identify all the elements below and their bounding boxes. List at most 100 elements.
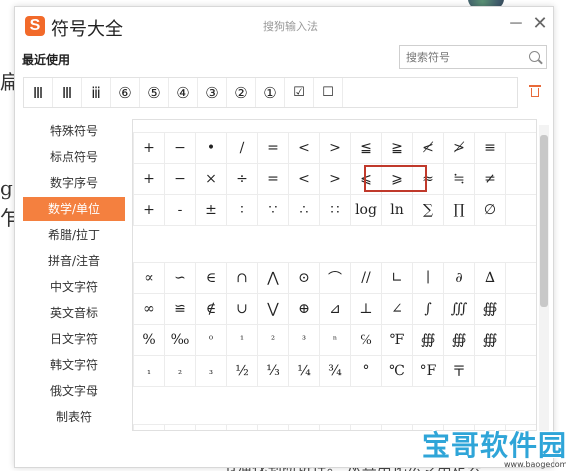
sidebar-item-chinese[interactable]: 中文字符	[23, 275, 125, 299]
symbol-cell[interactable]: 〒	[444, 356, 475, 387]
symbol-cell[interactable]: ∷	[320, 195, 351, 226]
symbol-cell[interactable]: ‰	[165, 325, 196, 356]
symbol-cell[interactable]: ∭	[444, 294, 475, 325]
symbol-cell[interactable]: °F	[413, 356, 444, 387]
symbol-cell[interactable]: ∣	[413, 263, 444, 294]
symbol-cell[interactable]: >	[320, 133, 351, 164]
symbol-cell[interactable]: =	[258, 133, 289, 164]
recent-symbol[interactable]: Ⅲ	[24, 78, 53, 107]
symbol-cell[interactable]: //	[351, 263, 382, 294]
title-bar[interactable]: S 符号大全 搜狗输入法 － ✕	[15, 7, 553, 43]
recent-symbol[interactable]: ②	[227, 78, 256, 107]
sidebar-item-greek-latin[interactable]: 希腊/拉丁	[23, 223, 125, 247]
symbol-cell[interactable]: ∴	[289, 195, 320, 226]
symbol-cell[interactable]: ℅	[351, 325, 382, 356]
sidebar-item-box-drawing[interactable]: 制表符	[23, 405, 125, 429]
recent-symbol[interactable]: ☐	[314, 78, 343, 107]
symbol-cell[interactable]: ∈	[196, 263, 227, 294]
symbol-cell[interactable]: ∵	[258, 195, 289, 226]
symbol-cell[interactable]: >	[320, 164, 351, 195]
symbol-cell[interactable]: ⊿	[320, 294, 351, 325]
sidebar-item-numbers[interactable]: 数字序号	[23, 171, 125, 195]
symbol-cell[interactable]: ¾	[320, 356, 351, 387]
symbol-cell[interactable]: −	[165, 164, 196, 195]
symbol-cell[interactable]: ∞	[134, 294, 165, 325]
sidebar-item-russian[interactable]: 俄文字母	[23, 379, 125, 403]
symbol-cell[interactable]: ∽	[165, 263, 196, 294]
symbol-cell[interactable]: ℃	[382, 356, 413, 387]
recent-symbol[interactable]: ①	[256, 78, 285, 107]
symbol-cell[interactable]: ⁿ	[320, 325, 351, 356]
recent-symbol[interactable]: Ⅲ	[53, 78, 82, 107]
symbol-cell[interactable]: ≌	[165, 294, 196, 325]
symbol-cell[interactable]: ⊙	[289, 263, 320, 294]
symbol-cell[interactable]: ∪	[227, 294, 258, 325]
symbol-cell[interactable]: log	[351, 195, 382, 226]
recent-symbol[interactable]: ⑤	[140, 78, 169, 107]
symbol-cell[interactable]: ×	[196, 164, 227, 195]
symbol-cell[interactable]: ∩	[227, 263, 258, 294]
sidebar-item-japanese[interactable]: 日文字符	[23, 327, 125, 351]
symbol-cell[interactable]: ⩽	[351, 164, 382, 195]
symbol-cell[interactable]: ∑	[413, 195, 444, 226]
recent-symbol[interactable]: ☑	[285, 78, 314, 107]
symbol-cell[interactable]: +	[134, 164, 165, 195]
symbol-cell[interactable]: ≈	[413, 164, 444, 195]
symbol-cell[interactable]: ∰	[475, 325, 506, 356]
symbol-cell[interactable]: °	[351, 356, 382, 387]
symbol-cell[interactable]: ≮	[413, 133, 444, 164]
symbol-cell[interactable]: ∶	[227, 195, 258, 226]
trash-icon[interactable]	[528, 83, 542, 99]
recent-symbol[interactable]: ⑥	[111, 78, 140, 107]
symbol-cell[interactable]: <	[289, 164, 320, 195]
symbol-cell[interactable]: ⊥	[351, 294, 382, 325]
symbol-cell[interactable]: ln	[382, 195, 413, 226]
recent-symbol[interactable]: ③	[198, 78, 227, 107]
symbol-cell[interactable]: ∝	[134, 263, 165, 294]
symbol-cell[interactable]: ≦	[351, 133, 382, 164]
symbol-cell[interactable]: ⋁	[258, 294, 289, 325]
symbol-cell[interactable]: ∂	[444, 263, 475, 294]
symbol-cell[interactable]: ∰	[475, 294, 506, 325]
symbol-cell[interactable]: =	[258, 164, 289, 195]
sidebar-item-punctuation[interactable]: 标点符号	[23, 145, 125, 169]
symbol-cell[interactable]: <	[289, 133, 320, 164]
symbol-cell[interactable]: ∉	[196, 294, 227, 325]
sidebar-item-korean[interactable]: 韩文字符	[23, 353, 125, 377]
symbol-cell[interactable]: ₃	[196, 356, 227, 387]
symbol-cell[interactable]: ∠	[382, 294, 413, 325]
sidebar-item-math-units[interactable]: 数学/单位	[23, 197, 125, 221]
scroll-thumb[interactable]	[540, 135, 548, 307]
symbol-cell[interactable]: +	[134, 133, 165, 164]
symbol-cell[interactable]: ⁰	[196, 325, 227, 356]
symbol-cell[interactable]: ∆	[475, 263, 506, 294]
symbol-cell[interactable]: ∟	[382, 263, 413, 294]
symbol-cell[interactable]: ³	[289, 325, 320, 356]
symbol-cell[interactable]: ℉	[382, 325, 413, 356]
symbol-cell[interactable]: ¼	[289, 356, 320, 387]
symbol-cell[interactable]: •	[196, 133, 227, 164]
symbol-cell[interactable]: ∫	[413, 294, 444, 325]
close-button[interactable]: ✕	[529, 13, 551, 35]
symbol-cell[interactable]: ≒	[444, 164, 475, 195]
symbol-cell[interactable]: ±	[196, 195, 227, 226]
sidebar-item-phonetic[interactable]: 英文音标	[23, 301, 125, 325]
symbol-cell[interactable]: ⅓	[258, 356, 289, 387]
symbol-cell[interactable]: +	[134, 195, 165, 226]
symbol-cell[interactable]: ⊕	[289, 294, 320, 325]
symbol-cell[interactable]: ≧	[382, 133, 413, 164]
recent-symbol[interactable]: ④	[169, 78, 198, 107]
symbol-cell[interactable]: ₂	[165, 356, 196, 387]
symbol-cell[interactable]: -	[165, 195, 196, 226]
symbol-cell[interactable]: ∰	[413, 325, 444, 356]
symbol-cell[interactable]: ∕	[227, 133, 258, 164]
scrollbar[interactable]	[539, 125, 549, 431]
search-icon[interactable]	[529, 51, 540, 62]
symbol-cell[interactable]: ⩾	[382, 164, 413, 195]
symbol-cell[interactable]: ÷	[227, 164, 258, 195]
symbol-cell[interactable]: ½	[227, 356, 258, 387]
symbol-cell[interactable]: ∏	[444, 195, 475, 226]
symbol-cell[interactable]: %	[134, 325, 165, 356]
symbol-cell[interactable]: ≯	[444, 133, 475, 164]
search-box[interactable]	[399, 45, 547, 69]
